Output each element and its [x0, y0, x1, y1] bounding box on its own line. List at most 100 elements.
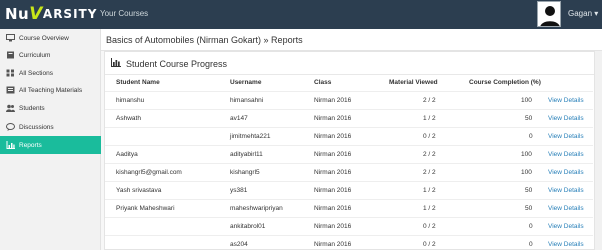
sidebar-item-label: Reports — [19, 141, 42, 149]
material-viewed: 0 / 2 — [423, 241, 436, 248]
class: Nirman 2016 — [314, 115, 352, 122]
sidebar-item-discussions[interactable]: Discussions — [0, 118, 101, 136]
logo-v-text: V — [29, 4, 43, 24]
sidebar-item-students[interactable]: Students — [0, 99, 101, 117]
sidebar-item-all-sections[interactable]: All Sections — [0, 64, 101, 82]
view-details-link[interactable]: View Details — [548, 205, 584, 212]
header-course-completion[interactable]: Course Completion (%) — [469, 79, 541, 86]
table-row: kishangrl5@gmail.com kishangrl5 Nirman 2… — [105, 163, 593, 180]
chart-icon — [6, 141, 15, 149]
chevron-down-icon: ▾ — [594, 9, 599, 18]
table-row: himanshu himansahni Nirman 2016 2 / 2 10… — [105, 91, 593, 108]
materials-icon — [6, 86, 15, 94]
course-completion: 50 — [525, 115, 533, 122]
course-completion: 50 — [525, 187, 533, 194]
view-details-link[interactable]: View Details — [548, 115, 584, 122]
sidebar: Course Overview Curriculum All Sections … — [0, 29, 101, 250]
sections-icon — [6, 69, 15, 77]
course-completion: 100 — [521, 151, 532, 158]
username: maheshwaripriyan — [230, 205, 283, 212]
sidebar-item-curriculum[interactable]: Curriculum — [0, 46, 101, 64]
comments-icon — [6, 123, 15, 131]
view-details-link[interactable]: View Details — [548, 133, 584, 140]
class: Nirman 2016 — [314, 241, 352, 248]
material-viewed: 1 / 2 — [423, 187, 436, 194]
table-row: Priyank Maheshwari maheshwaripriyan Nirm… — [105, 199, 593, 216]
avatar[interactable] — [537, 1, 561, 27]
course-completion: 50 — [525, 205, 533, 212]
top-navbar: Nu V ARSITY Your Courses Gagan ▾ — [0, 0, 602, 29]
class: Nirman 2016 — [314, 169, 352, 176]
breadcrumb: Basics of Automobiles (Nirman Gokart) » … — [106, 35, 303, 45]
view-details-link[interactable]: View Details — [548, 97, 584, 104]
view-details-link[interactable]: View Details — [548, 241, 584, 248]
logo-rest-text: ARSITY — [42, 7, 98, 21]
material-viewed: 1 / 2 — [423, 205, 436, 212]
class: Nirman 2016 — [314, 97, 352, 104]
view-details-link[interactable]: View Details — [548, 169, 584, 176]
table-row: Aaditya adityabirl11 Nirman 2016 2 / 2 1… — [105, 145, 593, 162]
nuvarsity-logo[interactable]: Nu V ARSITY — [5, 4, 98, 24]
class: Nirman 2016 — [314, 205, 352, 212]
sidebar-item-label: Students — [19, 104, 45, 112]
student-name: himanshu — [116, 97, 145, 104]
user-menu[interactable]: Gagan ▾ — [568, 9, 598, 18]
material-viewed: 1 / 2 — [423, 115, 436, 122]
course-completion: 0 — [529, 133, 533, 140]
desktop-icon — [6, 34, 15, 42]
header-student-name[interactable]: Student Name — [116, 79, 160, 86]
your-courses-link[interactable]: Your Courses — [100, 9, 148, 18]
material-viewed: 0 / 2 — [423, 223, 436, 230]
view-details-link[interactable]: View Details — [548, 187, 584, 194]
sidebar-item-label: All Sections — [19, 69, 53, 77]
table-row: Yash srivastava ys381 Nirman 2016 1 / 2 … — [105, 181, 593, 198]
course-completion: 0 — [529, 223, 533, 230]
username: ys381 — [230, 187, 248, 194]
table-row: ankitabrol01 Nirman 2016 0 / 2 0 View De… — [105, 217, 593, 234]
material-viewed: 2 / 2 — [423, 169, 436, 176]
view-details-link[interactable]: View Details — [548, 223, 584, 230]
vertical-scrollbar[interactable] — [594, 51, 602, 250]
sidebar-item-label: Curriculum — [19, 51, 51, 59]
users-icon — [6, 104, 15, 112]
sidebar-item-label: All Teaching Materials — [19, 86, 83, 94]
username: as204 — [230, 241, 248, 248]
table-row: Ashwath av147 Nirman 2016 1 / 2 50 View … — [105, 109, 593, 126]
sidebar-item-course-overview[interactable]: Course Overview — [0, 29, 101, 47]
class: Nirman 2016 — [314, 133, 352, 140]
user-silhouette-icon — [540, 6, 560, 26]
course-completion: 100 — [521, 169, 532, 176]
header-username[interactable]: Username — [230, 79, 261, 86]
student-name: Priyank Maheshwari — [116, 205, 175, 212]
view-details-link[interactable]: View Details — [548, 151, 584, 158]
student-progress-panel: Student Course Progress Student Name Use… — [104, 51, 598, 250]
username: adityabirl11 — [230, 151, 263, 158]
header-class[interactable]: Class — [314, 79, 331, 86]
student-name: kishangrl5@gmail.com — [116, 169, 182, 176]
material-viewed: 2 / 2 — [423, 151, 436, 158]
class: Nirman 2016 — [314, 223, 352, 230]
sidebar-item-all-teaching-materials[interactable]: All Teaching Materials — [0, 81, 101, 99]
sidebar-item-label: Discussions — [19, 123, 54, 131]
student-name: Ashwath — [116, 115, 141, 122]
breadcrumb-bar: Basics of Automobiles (Nirman Gokart) » … — [101, 29, 602, 51]
header-material-viewed[interactable]: Material Viewed — [389, 79, 438, 86]
class: Nirman 2016 — [314, 151, 352, 158]
student-name: Aaditya — [116, 151, 138, 158]
table-row: as204 Nirman 2016 0 / 2 0 View Details — [105, 235, 593, 252]
sidebar-item-reports[interactable]: Reports — [0, 136, 101, 154]
user-name: Gagan — [568, 9, 593, 18]
username: jimitmehta221 — [230, 133, 271, 140]
course-completion: 0 — [529, 241, 533, 248]
student-name: Yash srivastava — [116, 187, 162, 194]
sidebar-item-label: Course Overview — [19, 34, 69, 42]
material-viewed: 0 / 2 — [423, 133, 436, 140]
panel-divider — [105, 74, 597, 75]
material-viewed: 2 / 2 — [423, 97, 436, 104]
panel-title: Student Course Progress — [111, 58, 227, 69]
bar-chart-icon — [111, 58, 121, 69]
table-header: Student Name Username Class Material Vie… — [105, 79, 593, 91]
username: av147 — [230, 115, 248, 122]
book-icon — [6, 51, 15, 59]
table-row: jimitmehta221 Nirman 2016 0 / 2 0 View D… — [105, 127, 593, 144]
